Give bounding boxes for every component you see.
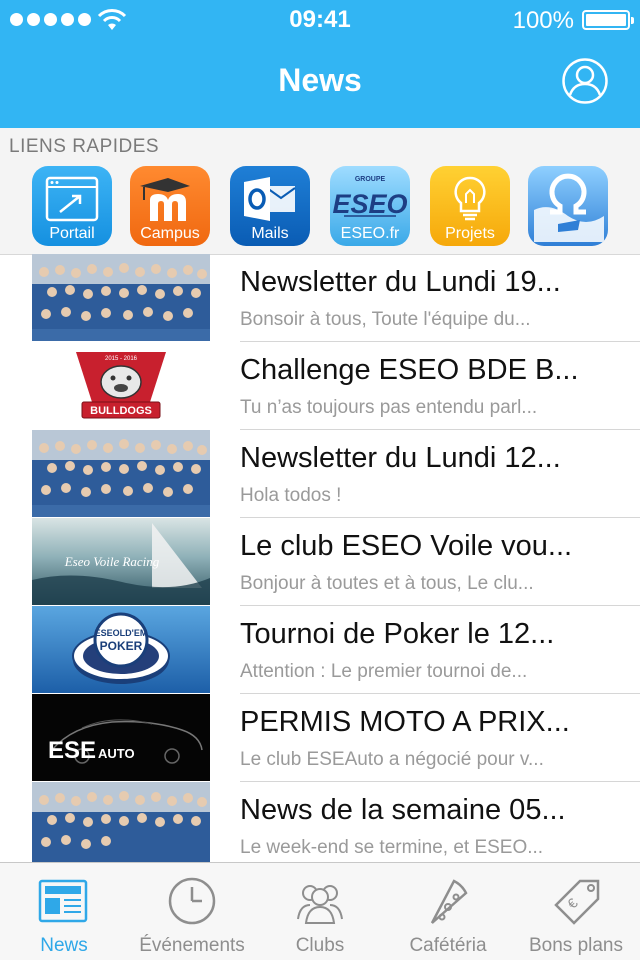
news-thumbnail: Eseo Voile Racing [32, 518, 210, 605]
news-title: Tournoi de Poker le 12... [240, 618, 555, 650]
quick-link-projets[interactable]: Projets [430, 166, 510, 246]
news-item[interactable]: News de la semaine 05... Le week-end se … [0, 782, 640, 862]
quick-links-title: LIENS RAPIDES [9, 136, 160, 157]
newspaper-icon [38, 879, 88, 923]
news-subtitle: Attention : Le premier tournoi de... [240, 661, 528, 682]
tab-label: Bons plans [528, 935, 623, 956]
quick-link-label: Projets [445, 225, 495, 242]
news-item[interactable]: Eseo Voile Racing Le club ESEO Voile vou… [0, 518, 640, 606]
top-bar: 09:41 100% News [0, 0, 640, 128]
news-thumbnail [32, 782, 210, 862]
clock-icon [168, 877, 216, 925]
eseauto-logo-image: ESE AUTO [32, 694, 210, 781]
news-item[interactable]: Newsletter du Lundi 19... Bonsoir à tous… [0, 254, 640, 342]
quick-link-label: ESEO.fr [340, 225, 400, 242]
quick-link-label: Portail [49, 225, 95, 242]
battery-percent: 100% [512, 7, 574, 34]
tab-label: Cafétéria [409, 935, 487, 956]
voile-text: Eseo Voile Racing [64, 554, 160, 569]
quick-links-section: LIENS RAPIDES Portail Campus Mails GROUP… [0, 128, 640, 255]
news-title: Le club ESEO Voile vou... [240, 530, 573, 562]
news-title: Newsletter du Lundi 12... [240, 442, 561, 474]
news-subtitle: Bonjour à toutes et à tous, Le clu... [240, 573, 534, 594]
poker-logo-image: ESEOLD'EM POKER [32, 606, 210, 693]
news-title: Newsletter du Lundi 19... [240, 266, 561, 298]
poker-top-text: ESEOLD'EM [95, 628, 148, 638]
svg-text:GROUPE: GROUPE [355, 176, 386, 183]
voile-photo-image: Eseo Voile Racing [32, 518, 210, 605]
group-photo-image [32, 430, 210, 517]
tab-bons-plans[interactable]: € Bons plans [512, 863, 640, 960]
news-thumbnail: ESE AUTO [32, 694, 210, 781]
app-screen: 09:41 100% News LIENS RAPIDES Portail Ca… [0, 0, 640, 960]
news-subtitle: Bonsoir à tous, Toute l'équipe du... [240, 309, 531, 330]
pizza-icon [430, 879, 468, 924]
tab-clubs[interactable]: Clubs [256, 863, 384, 960]
news-title: Challenge ESEO BDE B... [240, 354, 579, 386]
tab-evenements[interactable]: Événements [128, 863, 256, 960]
status-bar: 09:41 100% [0, 0, 640, 40]
tab-news[interactable]: News [0, 863, 128, 960]
news-item[interactable]: ESEOLD'EM POKER Tournoi de Poker le 12..… [0, 606, 640, 694]
tab-label: Événements [139, 935, 245, 956]
news-thumbnail: 2015 - 2016 BULLDOGS [32, 342, 210, 429]
quick-link-mails[interactable]: Mails [230, 166, 310, 246]
news-item[interactable]: Newsletter du Lundi 12... Hola todos ! [0, 430, 640, 518]
news-item[interactable]: 2015 - 2016 BULLDOGS Challenge ESEO BDE … [0, 342, 640, 430]
quick-link-label: Mails [251, 225, 289, 242]
battery-icon [582, 10, 634, 30]
eseauto-text: ESE [48, 737, 96, 764]
group-photo-image [32, 254, 210, 341]
poker-bottom-text: POKER [100, 639, 143, 653]
svg-text:ESEO: ESEO [332, 189, 407, 219]
group-photo-image [32, 782, 210, 862]
page-title: News [278, 62, 362, 98]
news-subtitle: Tu n’as toujours pas entendu parl... [240, 397, 538, 418]
news-thumbnail [32, 430, 210, 517]
news-subtitle: Le week-end se termine, et ESEO... [240, 837, 544, 858]
tab-label: Clubs [295, 935, 345, 956]
svg-text:€: € [564, 895, 581, 912]
news-thumbnail [32, 254, 210, 341]
news-subtitle: Le club ESEAuto a négocié pour v... [240, 749, 544, 770]
quick-link-omega[interactable] [528, 166, 608, 246]
news-thumbnail: ESEOLD'EM POKER [32, 606, 210, 693]
quick-link-campus[interactable]: Campus [130, 166, 210, 246]
eseauto-small-text: AUTO [98, 746, 135, 761]
quick-link-eseo[interactable]: GROUPE ESEO ESEO.fr [330, 166, 410, 246]
profile-icon[interactable] [562, 58, 608, 104]
news-item[interactable]: ESE AUTO PERMIS MOTO A PRIX... Le club E… [0, 694, 640, 782]
tab-cafeteria[interactable]: Cafétéria [384, 863, 512, 960]
tag-icon: € [554, 879, 600, 925]
news-title: PERMIS MOTO A PRIX... [240, 706, 570, 738]
news-title: News de la semaine 05... [240, 794, 566, 826]
tab-bar: News Événements Clubs Cafétéria € Bons p… [0, 862, 640, 960]
bulldogs-logo-image: 2015 - 2016 BULLDOGS [32, 342, 210, 429]
quick-link-label: Campus [140, 225, 200, 242]
bulldogs-text: BULLDOGS [90, 405, 152, 417]
quick-link-portail[interactable]: Portail [32, 166, 112, 246]
bulldogs-year: 2015 - 2016 [105, 356, 138, 362]
news-list: Newsletter du Lundi 19... Bonsoir à tous… [0, 254, 640, 862]
news-subtitle: Hola todos ! [240, 485, 342, 506]
people-icon [297, 885, 343, 924]
omega-icon [534, 173, 604, 242]
